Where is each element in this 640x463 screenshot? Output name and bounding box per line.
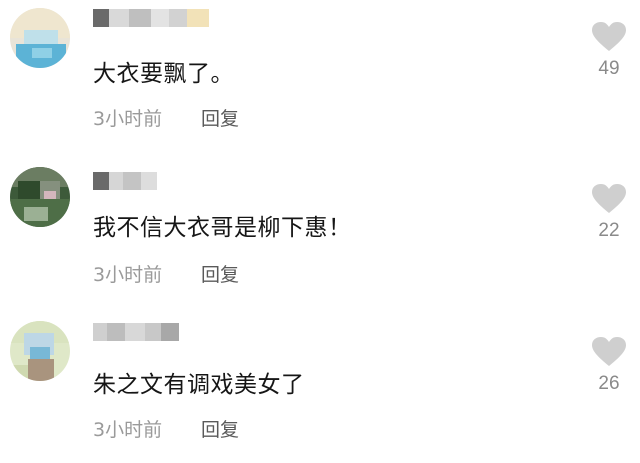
comment-time: 3小时前 bbox=[93, 419, 163, 441]
heart-icon bbox=[592, 184, 626, 213]
comment-text: 朱之文有调戏美女了 bbox=[93, 372, 305, 398]
heart-icon bbox=[592, 337, 626, 366]
username-pixelated[interactable] bbox=[93, 9, 209, 27]
comment-text: 大衣要飘了。 bbox=[93, 61, 234, 87]
like-count: 49 bbox=[598, 58, 620, 79]
like-button[interactable]: 49 bbox=[586, 22, 632, 80]
comment-time: 3小时前 bbox=[93, 264, 163, 286]
reply-button[interactable]: 回复 bbox=[201, 415, 239, 442]
reply-button[interactable]: 回复 bbox=[201, 104, 239, 131]
avatar[interactable] bbox=[10, 321, 70, 381]
like-button[interactable]: 22 bbox=[586, 184, 632, 242]
reply-button[interactable]: 回复 bbox=[201, 260, 239, 287]
comment-item: 我不信大衣哥是柳下惠！ 3小时前 回复 22 bbox=[0, 158, 640, 308]
username-pixelated[interactable] bbox=[93, 323, 179, 341]
username-pixelated[interactable] bbox=[93, 172, 157, 190]
comment-item: 朱之文有调戏美女了 3小时前 回复 26 bbox=[0, 313, 640, 463]
heart-icon bbox=[592, 22, 626, 51]
comment-text: 我不信大衣哥是柳下惠！ bbox=[93, 215, 352, 241]
avatar[interactable] bbox=[10, 167, 70, 227]
like-count: 22 bbox=[598, 220, 620, 241]
avatar[interactable] bbox=[10, 8, 70, 68]
comment-time: 3小时前 bbox=[93, 108, 163, 130]
comment-item: 大衣要飘了。 3小时前 回复 49 bbox=[0, 0, 640, 150]
like-count: 26 bbox=[598, 373, 620, 394]
like-button[interactable]: 26 bbox=[586, 337, 632, 395]
